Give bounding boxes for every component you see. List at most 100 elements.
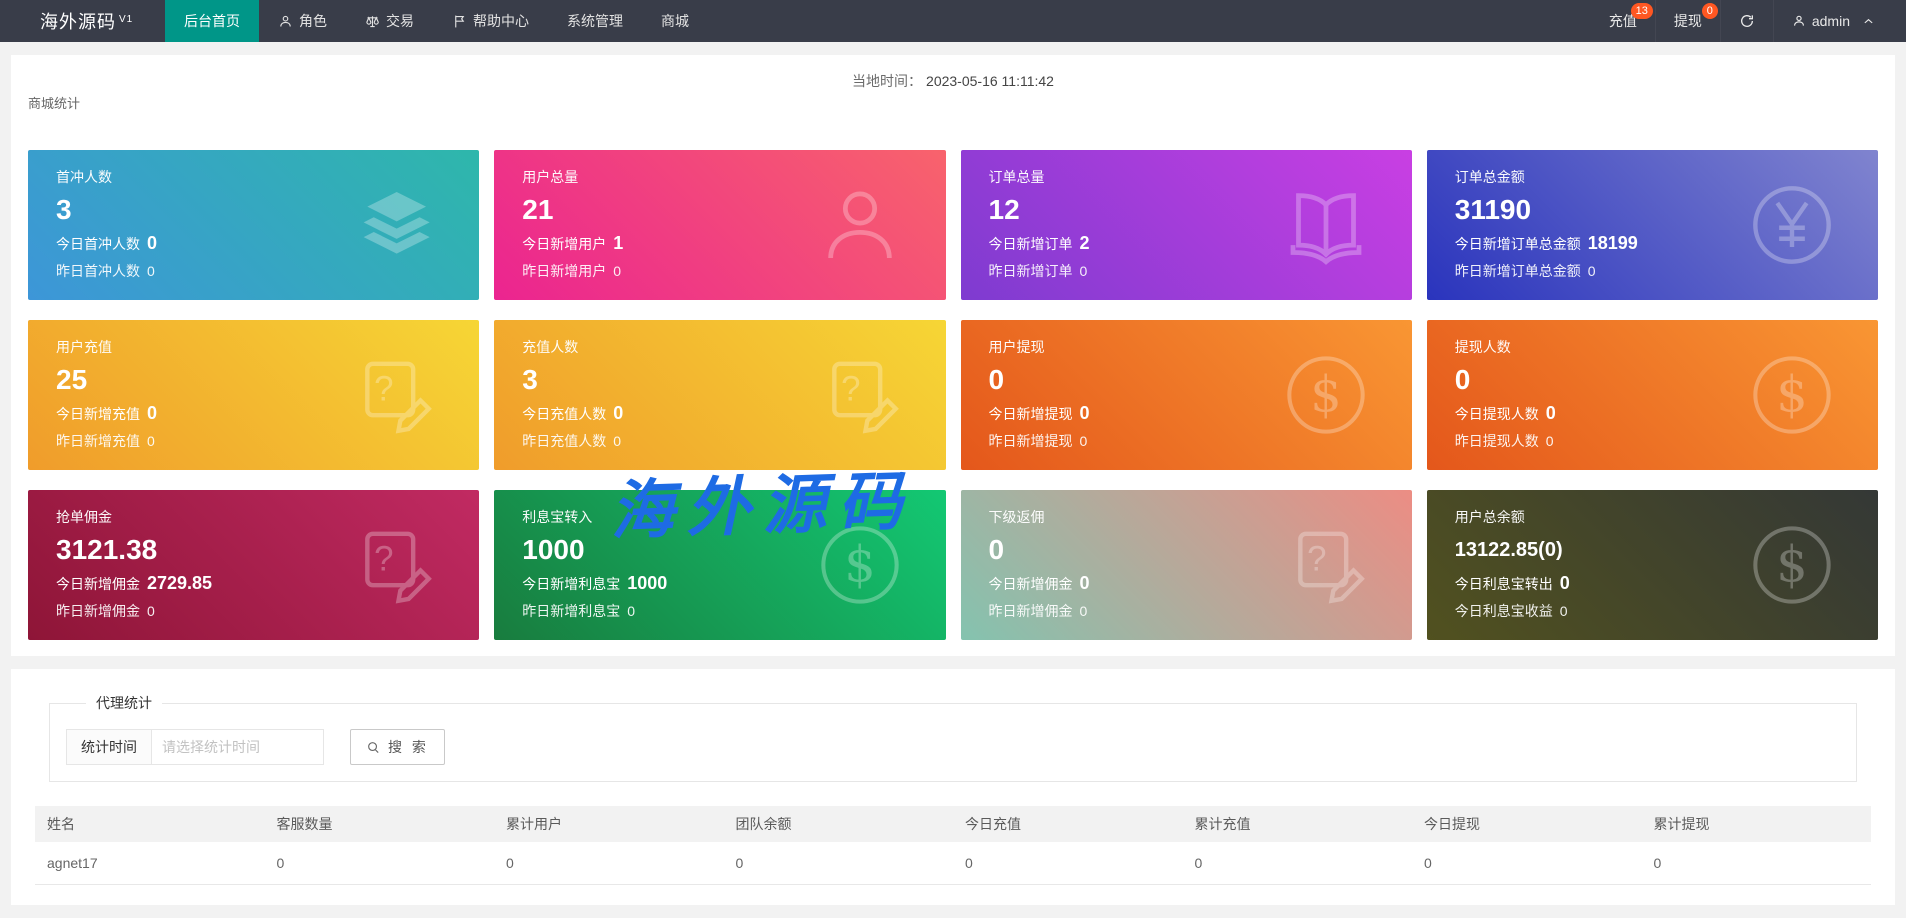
today-label: 今日提现人数 bbox=[1454, 406, 1539, 422]
svg-text:$: $ bbox=[844, 536, 876, 594]
yesterday-label: 昨日新增利息宝 bbox=[522, 603, 621, 619]
yesterday-label: 昨日首冲人数 bbox=[56, 263, 140, 279]
navbar-right: 充值 13 提现 0 admin bbox=[1591, 0, 1892, 42]
nav-item-label: 商城 bbox=[661, 13, 689, 29]
recharge-button[interactable]: 充值 13 bbox=[1591, 0, 1655, 42]
yesterday-value: 0 bbox=[1079, 433, 1088, 449]
today-label: 今日新增充值 bbox=[56, 406, 140, 422]
col-total-recharge: 累计充值 bbox=[1182, 806, 1412, 842]
yesterday-label: 昨日新增佣金 bbox=[988, 603, 1073, 619]
today-value: 0 bbox=[613, 403, 624, 423]
nav-item-help-center[interactable]: 帮助中心 bbox=[433, 0, 548, 42]
nav-item-label: 帮助中心 bbox=[473, 13, 529, 29]
dollar-icon: $ bbox=[1748, 521, 1836, 609]
nav-item-label: 系统管理 bbox=[567, 13, 623, 29]
today-value: 0 bbox=[1545, 403, 1556, 423]
svg-text:?: ? bbox=[374, 370, 393, 409]
yesterday-label: 昨日新增佣金 bbox=[56, 603, 140, 619]
today-label: 今日新增订单总金额 bbox=[1454, 236, 1581, 252]
withdraw-button[interactable]: 提现 0 bbox=[1654, 0, 1720, 42]
section-title: 商城统计 bbox=[28, 96, 81, 111]
nav-item-label: 角色 bbox=[299, 13, 327, 29]
user-icon bbox=[278, 14, 293, 29]
col-total-users: 累计用户 bbox=[494, 806, 724, 842]
table-row: agnet17 0 00 00 00 bbox=[35, 842, 1871, 885]
yesterday-value: 0 bbox=[147, 433, 155, 449]
doc-question-icon: ? bbox=[1282, 521, 1370, 609]
yesterday-label: 昨日充值人数 bbox=[522, 433, 607, 449]
yesterday-label: 昨日提现人数 bbox=[1454, 433, 1539, 449]
agent-stats-legend: 代理统计 bbox=[96, 695, 152, 711]
agent-table-header-row: 姓名 客服数量 累计用户 团队余额 今日充值 累计充值 今日提现 累计提现 bbox=[35, 806, 1871, 842]
doc-question-icon: ? bbox=[816, 351, 904, 439]
refresh-button[interactable] bbox=[1719, 0, 1773, 42]
nav-item-system[interactable]: 系统管理 bbox=[548, 0, 642, 42]
doc-question-icon: ? bbox=[349, 351, 437, 439]
agent-stats-fieldset: 代理统计 统计时间 搜 索 bbox=[49, 693, 1857, 782]
stat-card: 首冲人数 3 今日首冲人数 0 昨日首冲人数 0 bbox=[28, 150, 480, 300]
chevron-up-icon bbox=[1857, 16, 1874, 27]
today-value: 0 bbox=[1079, 403, 1090, 423]
agent-table-body: agnet17 0 00 00 00 bbox=[35, 842, 1871, 885]
today-value: 0 bbox=[1079, 573, 1090, 593]
today-value: 0 bbox=[147, 233, 158, 253]
svg-text:$: $ bbox=[1310, 366, 1342, 424]
search-icon bbox=[366, 740, 381, 755]
user-menu[interactable]: admin bbox=[1772, 0, 1892, 42]
nav-item-dashboard[interactable]: 后台首页 bbox=[165, 0, 259, 42]
withdraw-badge: 0 bbox=[1701, 3, 1718, 19]
agent-stats-panel: 代理统计 统计时间 搜 索 姓名 客服数量 累计用户 团队余额 今日充值 累计充… bbox=[11, 669, 1895, 905]
nav-item-trade[interactable]: 交易 bbox=[346, 0, 433, 42]
svg-text:$: $ bbox=[1776, 366, 1808, 424]
yesterday-label: 昨日新增提现 bbox=[988, 433, 1073, 449]
stat-card: 订单总金额 31190 今日新增订单总金额 18199 昨日新增订单总金额 0 bbox=[1426, 150, 1878, 300]
today-value: 0 bbox=[1559, 573, 1570, 593]
today-value: 1 bbox=[613, 233, 624, 253]
yesterday-value: 0 bbox=[1587, 263, 1596, 279]
top-navbar: 海外源码 V1 后台首页 角色 交易 帮助中心 系统管理 商城 充值 13 提现… bbox=[0, 0, 1906, 42]
nav-item-label: 交易 bbox=[386, 13, 414, 29]
yesterday-value: 0 bbox=[627, 603, 636, 619]
yesterday-value: 0 bbox=[1545, 433, 1554, 449]
today-value: 18199 bbox=[1587, 233, 1638, 253]
svg-text:$: $ bbox=[1776, 536, 1808, 594]
yesterday-label: 昨日新增充值 bbox=[56, 433, 140, 449]
search-form: 统计时间 搜 索 bbox=[66, 729, 1840, 765]
person-icon bbox=[1792, 14, 1806, 28]
today-value: 2 bbox=[1079, 233, 1090, 253]
col-team-balance: 团队余额 bbox=[723, 806, 953, 842]
person-icon bbox=[816, 181, 904, 269]
yesterday-value: 0 bbox=[1559, 603, 1568, 619]
col-service-count: 客服数量 bbox=[264, 806, 494, 842]
today-label: 今日利息宝转出 bbox=[1454, 576, 1553, 592]
stat-card: 利息宝转入 1000 今日新增利息宝 1000 昨日新增利息宝 0 $ bbox=[494, 490, 946, 640]
svg-text:?: ? bbox=[1307, 540, 1326, 579]
svg-text:?: ? bbox=[374, 540, 393, 579]
withdraw-label: 提现 bbox=[1673, 13, 1702, 29]
nav-item-mall[interactable]: 商城 bbox=[642, 0, 708, 42]
nav-item-roles[interactable]: 角色 bbox=[259, 0, 346, 42]
search-button[interactable]: 搜 索 bbox=[350, 729, 445, 765]
today-label: 今日充值人数 bbox=[522, 406, 607, 422]
dollar-icon: $ bbox=[1282, 351, 1370, 439]
stat-card: 抢单佣金 3121.38 今日新增佣金 2729.85 昨日新增佣金 0 ? bbox=[28, 490, 480, 640]
today-label: 今日首冲人数 bbox=[56, 236, 140, 252]
nav-item-label: 后台首页 bbox=[184, 13, 240, 29]
today-label: 今日新增订单 bbox=[988, 236, 1073, 252]
main-menu: 后台首页 角色 交易 帮助中心 系统管理 商城 bbox=[165, 0, 708, 42]
col-total-withdraw: 累计提现 bbox=[1641, 806, 1871, 842]
time-filter-input[interactable] bbox=[152, 729, 324, 765]
brand-logo[interactable]: 海外源码 V1 bbox=[0, 0, 165, 42]
today-value: 2729.85 bbox=[147, 573, 213, 593]
yesterday-value: 0 bbox=[147, 603, 155, 619]
yesterday-label: 昨日新增用户 bbox=[522, 263, 607, 279]
today-label: 今日新增提现 bbox=[988, 406, 1073, 422]
col-today-withdraw: 今日提现 bbox=[1412, 806, 1642, 842]
stat-card: 用户提现 0 今日新增提现 0 昨日新增提现 0 $ bbox=[960, 320, 1412, 470]
mall-stats-panel: 当地时间： 2023-05-16 11:11:42 商城统计 首冲人数 3 今日首… bbox=[11, 55, 1895, 656]
brand-version: V1 bbox=[119, 13, 134, 25]
yesterday-label: 今日利息宝收益 bbox=[1454, 603, 1553, 619]
dollar-icon: $ bbox=[1748, 351, 1836, 439]
col-today-recharge: 今日充值 bbox=[953, 806, 1183, 842]
time-filter-label: 统计时间 bbox=[66, 729, 152, 765]
